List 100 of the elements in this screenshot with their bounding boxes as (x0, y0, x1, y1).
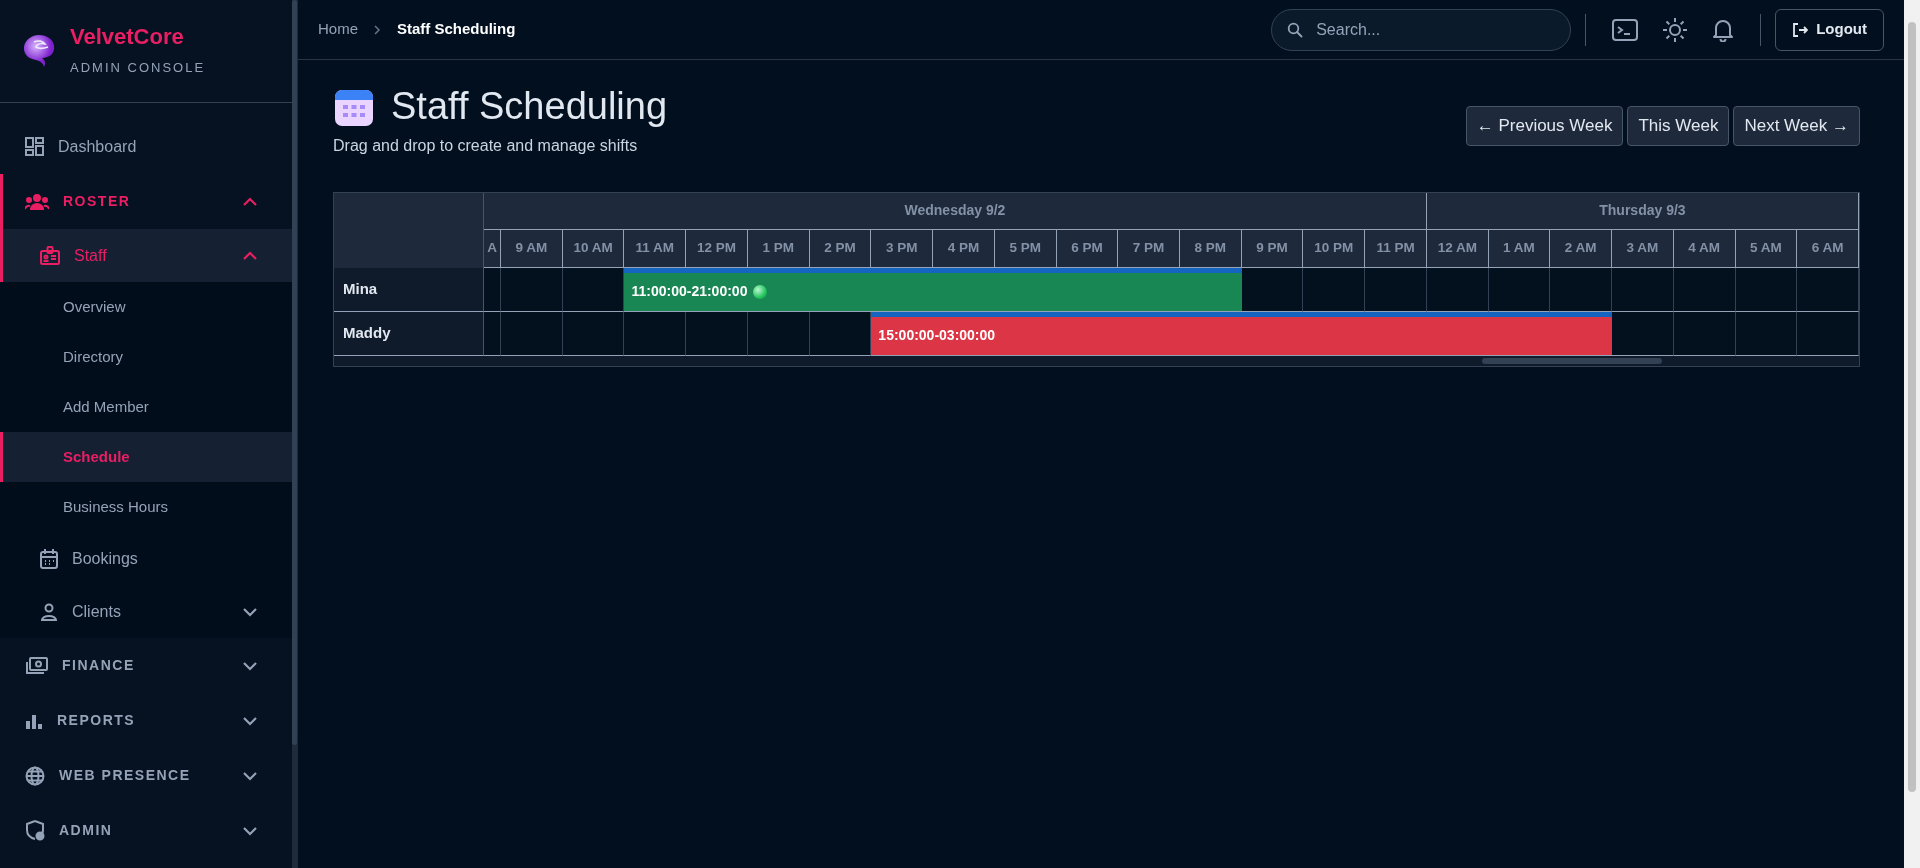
sidebar-item[interactable]: Dashboard (0, 119, 292, 174)
people-icon (25, 193, 49, 210)
schedule-cell[interactable] (624, 311, 687, 356)
hour-header: 9 AM (501, 229, 563, 268)
sidebar-item[interactable]: Clients (0, 585, 292, 638)
breadcrumb-item: Staff Scheduling (397, 19, 516, 40)
logout-icon (1792, 21, 1809, 38)
hour-header: 12 PM (686, 229, 748, 268)
dashboard-icon (25, 137, 44, 156)
hour-header: 3 AM (1612, 229, 1674, 268)
day-header: Wednesday 9/2 (484, 192, 1427, 230)
sidebar-item[interactable]: Overview (0, 282, 292, 332)
chevron-down-icon (242, 825, 258, 836)
week-nav-button[interactable]: ← Previous Week (1465, 106, 1624, 146)
schedule-cell[interactable] (1365, 267, 1427, 312)
hour-header: 12 AM (1426, 229, 1489, 268)
shield-icon (25, 820, 45, 841)
id-badge-icon (40, 246, 60, 265)
brand-name: VelvetCore (70, 24, 185, 49)
schedule-cell[interactable] (1241, 267, 1304, 312)
bell-icon[interactable] (1712, 17, 1735, 42)
hour-header: 5 PM (994, 229, 1057, 268)
sidebar-item[interactable]: Staff (0, 229, 292, 282)
hour-header: 5 AM (1735, 229, 1798, 268)
person-icon (40, 602, 58, 621)
hour-header: 1 AM (1488, 229, 1551, 268)
hour-header: 8 PM (1180, 229, 1242, 268)
staff-name: Maddy (334, 311, 484, 356)
schedule-cell[interactable] (1612, 267, 1674, 312)
chevron-right-icon (374, 24, 381, 35)
schedule-cell[interactable] (1797, 311, 1859, 356)
hour-header: A (484, 229, 501, 268)
hour-header: 2 AM (1550, 229, 1613, 268)
breadcrumb-item[interactable]: Home (318, 18, 358, 41)
sidebar-item[interactable]: Directory (0, 332, 292, 382)
hour-header: 11 PM (1365, 229, 1427, 268)
globe-icon (25, 765, 45, 786)
schedule-cell[interactable] (1488, 267, 1551, 312)
hour-header: 9 PM (1241, 229, 1304, 268)
scrollbar[interactable] (292, 0, 297, 868)
sidebar-item[interactable]: Add Member (0, 382, 292, 432)
sidebar-item[interactable]: REPORTS (0, 693, 292, 748)
logout-button[interactable]: Logout (1775, 8, 1884, 51)
schedule-cell[interactable] (747, 311, 810, 356)
schedule-cell[interactable] (1673, 267, 1736, 312)
shift-block[interactable]: 11:00:00-21:00:00 (624, 267, 1242, 312)
hour-header: 10 AM (562, 229, 625, 268)
schedule-cell[interactable] (501, 267, 563, 312)
scrollbar[interactable] (1904, 0, 1920, 868)
sidebar-item[interactable]: ADMIN (0, 803, 292, 858)
chevron-up-icon (242, 196, 258, 207)
page-subtitle: Drag and drop to create and manage shifts (333, 135, 639, 156)
hour-header: 1 PM (747, 229, 810, 268)
hour-header: 6 PM (1056, 229, 1119, 268)
hour-header: 7 PM (1118, 229, 1180, 268)
scrollbar[interactable] (334, 355, 1859, 366)
schedule-cell[interactable] (562, 267, 625, 312)
schedule-cell[interactable] (1612, 311, 1674, 356)
sidebar-item[interactable]: FINANCE (0, 638, 292, 693)
schedule-cell[interactable] (501, 311, 563, 356)
chevron-up-icon (242, 250, 258, 261)
hour-header: 11 AM (624, 229, 687, 268)
sidebar-item[interactable]: Bookings (0, 532, 292, 585)
banknote-icon (25, 657, 48, 674)
hour-header: 2 PM (809, 229, 872, 268)
sidebar-item[interactable]: WEB PRESENCE (0, 748, 292, 803)
week-nav-button[interactable]: Next Week → (1733, 106, 1860, 146)
schedule-cell[interactable] (484, 267, 501, 312)
chevron-down-icon (242, 770, 258, 781)
sidebar-item[interactable]: Business Hours (0, 482, 292, 532)
hour-header: 6 AM (1797, 229, 1859, 268)
sidebar-item[interactable]: Schedule (0, 432, 292, 482)
schedule-cell[interactable] (1550, 267, 1613, 312)
page-title: Staff Scheduling (391, 84, 668, 129)
shift-time: 15:00:00-03:00:00 (878, 326, 996, 346)
search-field[interactable]: Search... (1271, 8, 1572, 51)
schedule-cell[interactable] (484, 311, 501, 356)
schedule-cell[interactable] (1673, 311, 1736, 356)
hour-header: 10 PM (1303, 229, 1366, 268)
hour-header: 4 AM (1673, 229, 1736, 268)
hour-header: 3 PM (871, 229, 934, 268)
schedule-cell[interactable] (809, 311, 872, 356)
terminal-icon[interactable] (1612, 18, 1639, 41)
schedule-cell[interactable] (1735, 311, 1798, 356)
schedule-cell[interactable] (1735, 267, 1798, 312)
week-nav-button[interactable]: This Week (1627, 106, 1730, 146)
schedule-cell[interactable] (686, 311, 748, 356)
calendar-icon (40, 548, 58, 569)
staff-name: Mina (334, 267, 484, 312)
chevron-down-icon (242, 660, 258, 671)
sun-icon[interactable] (1662, 16, 1689, 43)
schedule-cell[interactable] (562, 311, 625, 356)
shift-time: 11:00:00-21:00:00 (631, 282, 748, 302)
schedule-cell[interactable] (1426, 267, 1489, 312)
hour-header: 4 PM (933, 229, 995, 268)
shift-block[interactable]: 15:00:00-03:00:00 (871, 311, 1613, 356)
schedule-cell[interactable] (1797, 267, 1859, 312)
brand-subtitle: ADMIN CONSOLE (70, 58, 206, 77)
schedule-cell[interactable] (1303, 267, 1366, 312)
chevron-down-icon (242, 715, 258, 726)
